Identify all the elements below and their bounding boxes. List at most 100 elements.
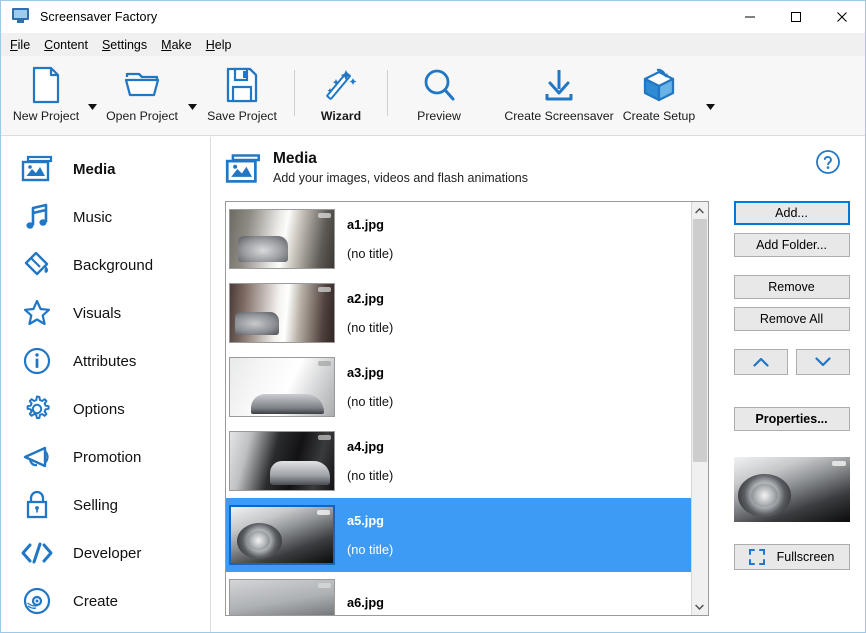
sidebar-item-visuals[interactable]: Visuals xyxy=(1,289,210,337)
paint-can-icon xyxy=(17,250,57,280)
toolbar-create-setup[interactable]: Create Setup xyxy=(615,56,703,123)
sidebar-item-attributes[interactable]: Attributes xyxy=(1,337,210,385)
toolbar-open-project[interactable]: Open Project xyxy=(99,56,185,123)
media-actions-panel: Add... Add Folder... Remove Remove All P… xyxy=(734,201,866,616)
close-button[interactable] xyxy=(819,1,865,33)
sidebar-item-music[interactable]: Music xyxy=(1,193,210,241)
sidebar-item-promotion[interactable]: Promotion xyxy=(1,433,210,481)
sidebar-item-selling[interactable]: Selling xyxy=(1,481,210,529)
new-project-dropdown-caret[interactable] xyxy=(85,104,99,110)
sidebar-item-attributes-label: Attributes xyxy=(73,353,136,370)
properties-button[interactable]: Properties... xyxy=(734,407,850,431)
maximize-button[interactable] xyxy=(773,1,819,33)
toolbar-preview-label: Preview xyxy=(417,109,461,123)
gear-icon xyxy=(17,394,57,424)
open-project-dropdown-caret[interactable] xyxy=(185,104,199,110)
code-brackets-icon xyxy=(17,540,57,566)
sidebar-item-create[interactable]: Create xyxy=(1,577,210,625)
thumbnail xyxy=(229,431,335,491)
info-circle-icon xyxy=(17,346,57,376)
sidebar-item-media[interactable]: Media xyxy=(1,145,210,193)
chevron-up-icon xyxy=(695,208,704,214)
window-controls xyxy=(727,1,865,33)
menu-file[interactable]: FFileile xyxy=(10,36,38,54)
toolbar-create-screensaver[interactable]: Create Screensaver xyxy=(503,56,615,123)
toolbar-preview[interactable]: Preview xyxy=(397,56,481,123)
remove-all-button[interactable]: Remove All xyxy=(734,307,850,331)
add-folder-button[interactable]: Add Folder... xyxy=(734,233,850,257)
toolbar-separator-2 xyxy=(387,70,388,116)
toolbar-wizard[interactable]: Wizard xyxy=(304,56,378,123)
table-row[interactable]: a1.jpg (no title) xyxy=(226,202,691,276)
panes: a1.jpg (no title) a2.jpg (no ti xyxy=(225,201,865,616)
table-row[interactable]: a3.jpg (no title) xyxy=(226,350,691,424)
sidebar: Media Music Background Visuals xyxy=(1,137,211,632)
toolbar-wizard-label: Wizard xyxy=(321,109,361,123)
sidebar-item-options[interactable]: Options xyxy=(1,385,210,433)
download-arrow-icon xyxy=(542,65,576,105)
sidebar-item-developer[interactable]: Developer xyxy=(1,529,210,577)
fullscreen-button[interactable]: Fullscreen xyxy=(734,544,850,570)
menu-content[interactable]: Content xyxy=(44,36,96,54)
vertical-scrollbar[interactable] xyxy=(691,202,708,615)
page-subtitle: Add your images, videos and flash animat… xyxy=(273,171,528,185)
table-row[interactable]: a4.jpg (no title) xyxy=(226,424,691,498)
lock-icon xyxy=(17,490,57,520)
add-button[interactable]: Add... xyxy=(734,201,850,225)
minimize-button[interactable] xyxy=(727,1,773,33)
floppy-disk-icon xyxy=(224,65,260,105)
open-folder-icon xyxy=(123,65,161,105)
sidebar-item-background-label: Background xyxy=(73,257,153,274)
table-row[interactable]: a2.jpg (no title) xyxy=(226,276,691,350)
file-name: a3.jpg xyxy=(347,365,393,380)
media-list[interactable]: a1.jpg (no title) a2.jpg (no ti xyxy=(225,201,709,616)
file-name: a4.jpg xyxy=(347,439,393,454)
move-down-button[interactable] xyxy=(796,349,850,375)
chevron-up-icon xyxy=(753,357,769,367)
file-title: (no title) xyxy=(347,542,393,557)
magnifier-icon xyxy=(421,65,457,105)
toolbar-new-project-label: New Project xyxy=(13,109,79,123)
sidebar-item-create-label: Create xyxy=(73,593,118,610)
toolbar-create-screensaver-label: Create Screensaver xyxy=(504,109,613,123)
scrollbar-track[interactable] xyxy=(692,219,708,598)
scroll-down-button[interactable] xyxy=(692,598,708,615)
menu-help[interactable]: Help xyxy=(206,36,240,54)
help-circle-icon[interactable] xyxy=(815,149,841,180)
toolbar-new-project[interactable]: New Project xyxy=(7,56,85,123)
thumbnail xyxy=(229,209,335,269)
menu-make[interactable]: Make xyxy=(161,36,200,54)
file-name: a1.jpg xyxy=(347,217,393,232)
toolbar-separator-1 xyxy=(294,70,295,116)
scrollbar-thumb[interactable] xyxy=(693,219,707,462)
remove-button[interactable]: Remove xyxy=(734,275,850,299)
new-document-icon xyxy=(29,65,63,105)
menu-settings[interactable]: Settings xyxy=(102,36,155,54)
file-title: (no title) xyxy=(347,394,393,409)
toolbar-save-project[interactable]: Save Project xyxy=(199,56,285,123)
table-row[interactable]: a6.jpg xyxy=(226,572,691,615)
sidebar-item-promotion-label: Promotion xyxy=(73,449,141,466)
move-up-button[interactable] xyxy=(734,349,788,375)
picture-frame-icon xyxy=(17,155,57,183)
thumbnail xyxy=(229,283,335,343)
create-setup-dropdown-caret[interactable] xyxy=(703,104,717,110)
preview-thumbnail xyxy=(734,457,850,522)
file-name: a6.jpg xyxy=(347,595,384,610)
page-title: Media xyxy=(273,149,528,169)
table-row[interactable]: a5.jpg (no title) xyxy=(226,498,691,572)
scroll-up-button[interactable] xyxy=(692,202,708,219)
sidebar-item-music-label: Music xyxy=(73,209,112,226)
picture-frame-icon xyxy=(225,149,267,190)
fullscreen-button-label: Fullscreen xyxy=(777,550,835,564)
window-title: Screensaver Factory xyxy=(40,10,157,24)
file-name: a2.jpg xyxy=(347,291,393,306)
toolbar-open-project-label: Open Project xyxy=(106,109,178,123)
toolbar-create-setup-label: Create Setup xyxy=(623,109,695,123)
content-area: Media Add your images, videos and flash … xyxy=(211,137,865,632)
thumbnail xyxy=(229,505,335,565)
music-note-icon xyxy=(17,202,57,232)
sidebar-item-background[interactable]: Background xyxy=(1,241,210,289)
chevron-down-icon xyxy=(815,357,831,367)
expand-corners-icon xyxy=(749,549,765,565)
